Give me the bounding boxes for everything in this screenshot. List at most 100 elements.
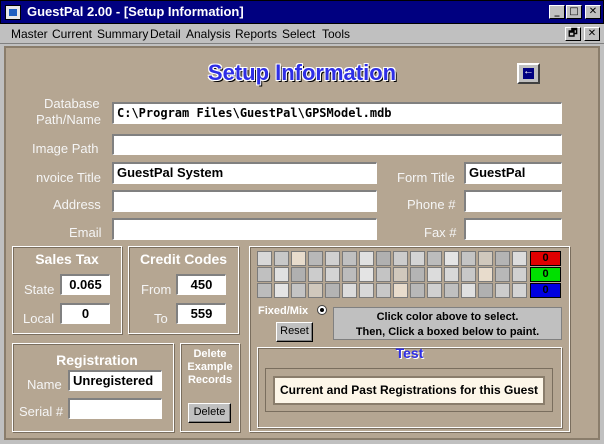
color-swatch[interactable] [342, 283, 357, 298]
color-swatch[interactable] [376, 251, 391, 266]
color-swatch[interactable] [291, 283, 306, 298]
color-swatch[interactable] [478, 267, 493, 282]
color-swatch[interactable] [444, 251, 459, 266]
close-button[interactable]: ✕ [585, 5, 601, 19]
color-swatch[interactable] [495, 267, 510, 282]
sales-tax-title: Sales Tax [35, 251, 99, 267]
menu-bar: Master Current Summary Detail Analysis R… [0, 24, 604, 44]
color-swatch[interactable] [427, 283, 442, 298]
color-swatch[interactable] [376, 283, 391, 298]
app-icon[interactable] [5, 5, 21, 20]
menu-select[interactable]: Select [282, 27, 315, 41]
mdi-restore-button[interactable]: 🗗 [565, 27, 581, 41]
color-swatch[interactable] [461, 267, 476, 282]
invoice-title-field[interactable]: GuestPal System [112, 162, 377, 184]
credit-from-label: From [141, 282, 172, 297]
serial-number-field[interactable] [68, 398, 162, 419]
color-swatch[interactable] [342, 251, 357, 266]
maximize-button[interactable]: □ [566, 5, 582, 19]
color-swatch[interactable] [461, 283, 476, 298]
local-tax-field[interactable]: 0 [60, 303, 110, 324]
color-swatch[interactable] [478, 283, 493, 298]
color-swatch[interactable] [325, 267, 340, 282]
color-swatch[interactable] [274, 283, 289, 298]
image-path-field[interactable] [112, 134, 562, 155]
back-button[interactable] [517, 63, 540, 84]
red-value-box[interactable]: 0 [530, 251, 561, 266]
color-swatch[interactable] [410, 251, 425, 266]
color-swatch[interactable] [308, 283, 323, 298]
db-path-field[interactable]: C:\Program Files\GuestPal\GPSModel.mdb [112, 102, 562, 124]
credit-codes-title: Credit Codes [139, 251, 228, 267]
back-arrow-icon [523, 65, 534, 79]
credit-to-label: To [154, 311, 168, 326]
blue-value-box[interactable]: 0 [530, 283, 561, 298]
registration-name-field[interactable]: Unregistered [68, 370, 162, 391]
delete-button[interactable]: Delete [188, 403, 231, 423]
address-field[interactable] [112, 190, 377, 212]
phone-label: Phone # [407, 197, 456, 212]
color-swatch[interactable] [342, 267, 357, 282]
title-bar: GuestPal 2.00 - [Setup Information] _ □ … [0, 0, 604, 24]
menu-analysis[interactable]: Analysis [186, 27, 231, 41]
color-swatch[interactable] [325, 251, 340, 266]
color-swatch[interactable] [257, 267, 272, 282]
color-swatch[interactable] [444, 267, 459, 282]
credit-to-field[interactable]: 559 [176, 303, 226, 324]
color-swatch[interactable] [393, 283, 408, 298]
color-swatch[interactable] [427, 267, 442, 282]
color-swatch[interactable] [512, 251, 527, 266]
fixed-mix-radio[interactable] [317, 305, 327, 315]
color-swatch[interactable] [274, 267, 289, 282]
menu-current[interactable]: Current [52, 27, 92, 41]
color-swatch[interactable] [512, 283, 527, 298]
menu-detail[interactable]: Detail [150, 27, 181, 41]
credit-from-field[interactable]: 450 [176, 274, 226, 295]
color-swatch[interactable] [410, 267, 425, 282]
color-swatch[interactable] [325, 283, 340, 298]
phone-field[interactable] [464, 190, 562, 212]
color-swatch[interactable] [393, 251, 408, 266]
color-swatch[interactable] [393, 267, 408, 282]
color-palette [257, 251, 529, 299]
color-swatch[interactable] [427, 251, 442, 266]
minimize-button[interactable]: _ [549, 5, 565, 19]
green-value-box[interactable]: 0 [530, 267, 561, 282]
color-swatch[interactable] [257, 283, 272, 298]
menu-reports[interactable]: Reports [235, 27, 277, 41]
fax-label: Fax # [424, 225, 457, 240]
color-swatch[interactable] [359, 251, 374, 266]
color-swatch[interactable] [444, 283, 459, 298]
color-swatch[interactable] [410, 283, 425, 298]
color-swatch[interactable] [512, 267, 527, 282]
color-swatch[interactable] [274, 251, 289, 266]
state-tax-field[interactable]: 0.065 [60, 274, 110, 295]
email-field[interactable] [112, 218, 377, 240]
color-swatch[interactable] [359, 267, 374, 282]
local-tax-label: Local [23, 311, 55, 326]
page-title: Setup Information [207, 60, 397, 85]
color-swatch[interactable] [478, 251, 493, 266]
mdi-close-button[interactable]: ✕ [584, 27, 600, 41]
test-preview-box[interactable]: Current and Past Registrations for this … [273, 376, 545, 405]
form-title-field[interactable]: GuestPal [464, 162, 562, 184]
menu-master[interactable]: Master [11, 27, 48, 41]
color-swatch[interactable] [291, 251, 306, 266]
reset-button[interactable]: Reset [276, 322, 313, 342]
delete-examples-caption: Delete Example Records [187, 348, 233, 386]
color-swatch[interactable] [495, 251, 510, 266]
color-swatch[interactable] [359, 283, 374, 298]
db-path-label-line2: Path/Name [36, 112, 102, 127]
color-swatch[interactable] [495, 283, 510, 298]
fax-field[interactable] [464, 218, 562, 240]
color-swatch[interactable] [257, 251, 272, 266]
test-title: Test [395, 345, 424, 361]
menu-summary[interactable]: Summary [97, 27, 148, 41]
color-swatch[interactable] [308, 267, 323, 282]
color-swatch[interactable] [291, 267, 306, 282]
color-swatch[interactable] [376, 267, 391, 282]
color-swatch[interactable] [461, 251, 476, 266]
menu-tools[interactable]: Tools [322, 27, 350, 41]
color-swatch[interactable] [308, 251, 323, 266]
image-path-label: Image Path [32, 141, 99, 156]
